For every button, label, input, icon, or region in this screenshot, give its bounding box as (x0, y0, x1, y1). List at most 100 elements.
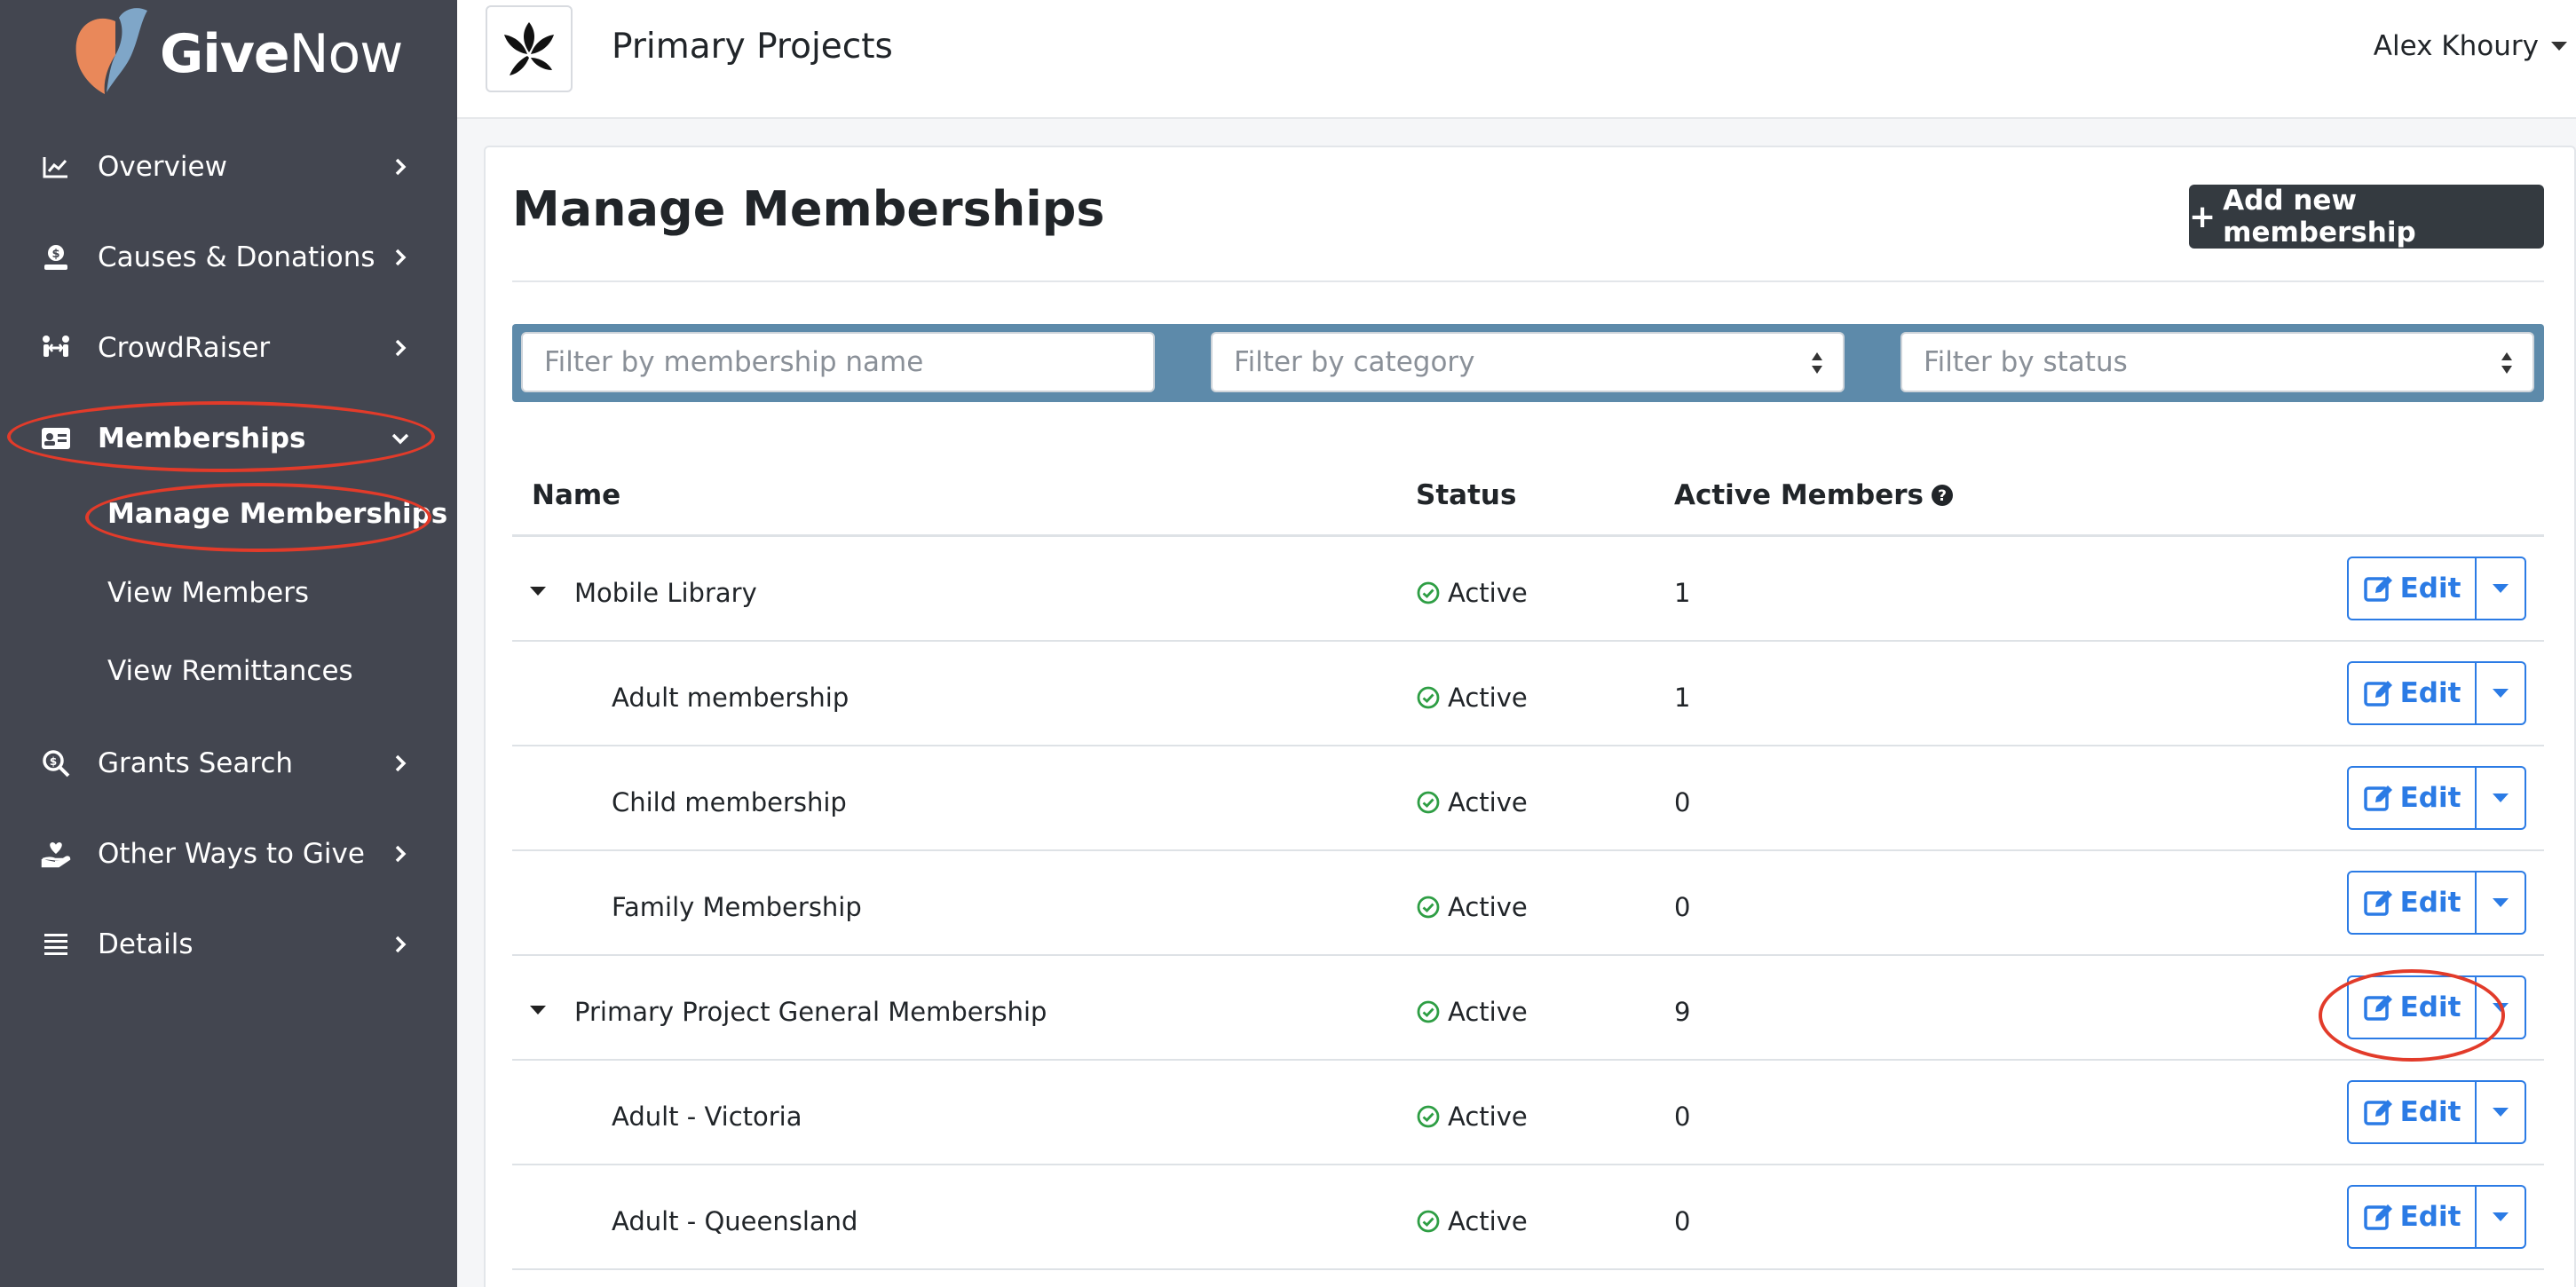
table-row: Child membership Active 0 Edit (512, 746, 2544, 851)
check-circle-icon (1417, 686, 1440, 709)
givenow-logo[interactable]: GiveNow (69, 4, 403, 98)
filter-name-placeholder: Filter by membership name (544, 346, 924, 378)
edit-button[interactable]: Edit (2347, 871, 2477, 935)
edit-button[interactable]: Edit (2347, 975, 2477, 1039)
membership-name: Family Membership (612, 892, 862, 922)
collapse-caret-icon[interactable] (530, 1006, 546, 1015)
edit-button-group: Edit (2347, 1185, 2526, 1249)
active-members-count: 1 (1674, 683, 1691, 713)
collapse-caret-icon[interactable] (530, 587, 546, 596)
table-row: Adult - Queensland Active 0 Edit (512, 1165, 2544, 1270)
sort-arrows-icon (2501, 352, 2512, 374)
help-icon[interactable]: ? (1931, 484, 1954, 507)
status-cell: Active (1416, 997, 1528, 1027)
column-header-label: Active Members (1674, 479, 1924, 511)
filter-status-select[interactable]: Filter by status (1900, 332, 2534, 392)
caret-down-icon (2493, 584, 2509, 593)
membership-name: Primary Project General Membership (574, 997, 1047, 1027)
sidebar-item-label: Causes & Donations (98, 241, 375, 273)
org-logo[interactable] (486, 5, 573, 92)
edit-dropdown-toggle[interactable] (2477, 1080, 2526, 1144)
status-cell: Active (1416, 683, 1528, 713)
caret-down-icon (2493, 1212, 2509, 1221)
sidebar-item-label: Details (98, 928, 194, 960)
sidebar-item-memberships[interactable]: Memberships (0, 403, 457, 474)
hand-holding-dollar-icon: $ (41, 242, 71, 272)
sidebar-subitem-view-remittances[interactable]: View Remittances (107, 655, 353, 687)
active-members-count: 0 (1674, 787, 1691, 817)
edit-button[interactable]: Edit (2347, 661, 2477, 725)
edit-button[interactable]: Edit (2347, 1080, 2477, 1144)
sidebar-item-overview[interactable]: Overview (0, 131, 457, 202)
add-button-label: Add new membership (2223, 185, 2416, 249)
edit-label: Edit (2399, 677, 2461, 709)
status-label: Active (1448, 997, 1528, 1027)
edit-icon (2363, 1100, 2392, 1125)
edit-button[interactable]: Edit (2347, 766, 2477, 830)
table-row: Primary Project General Membership Active… (512, 956, 2544, 1061)
add-new-membership-button[interactable]: + Add new membership (2189, 185, 2544, 249)
active-members-count: 0 (1674, 1206, 1691, 1236)
membership-name: Adult - Victoria (612, 1101, 802, 1132)
edit-dropdown-toggle[interactable] (2477, 766, 2526, 830)
edit-button[interactable]: Edit (2347, 1185, 2477, 1249)
edit-label: Edit (2399, 572, 2461, 604)
user-name: Alex Khoury (2373, 30, 2539, 62)
edit-dropdown-toggle[interactable] (2477, 661, 2526, 725)
caret-down-icon (2551, 42, 2567, 51)
edit-button-group: Edit (2347, 1080, 2526, 1144)
sidebar-subitem-view-members[interactable]: View Members (107, 577, 309, 609)
sidebar-item-other-ways-to-give[interactable]: Other Ways to Give (0, 818, 457, 889)
filter-name-input[interactable]: Filter by membership name (521, 332, 1155, 392)
check-circle-icon (1417, 1000, 1440, 1023)
membership-name: Adult - Queensland (612, 1206, 858, 1236)
status-cell: Active (1416, 1101, 1528, 1132)
chevron-right-icon (395, 249, 407, 266)
membership-name: Mobile Library (574, 578, 757, 608)
status-label: Active (1448, 578, 1528, 608)
svg-text:?: ? (1938, 487, 1947, 505)
column-header-active-members[interactable]: Active Members ? (1674, 479, 1954, 511)
edit-button[interactable]: Edit (2347, 557, 2477, 620)
heart-logo-icon (75, 8, 147, 95)
edit-icon (2363, 890, 2392, 916)
edit-button-group: Edit (2347, 975, 2526, 1039)
sidebar-item-details[interactable]: Details (0, 909, 457, 980)
filter-category-placeholder: Filter by category (1234, 346, 1475, 378)
edit-icon (2363, 1204, 2392, 1230)
sidebar-item-label: CrowdRaiser (98, 332, 271, 364)
active-members-count: 0 (1674, 892, 1691, 922)
sidebar-item-crowdraiser[interactable]: CrowdRaiser (0, 312, 457, 383)
column-header-status[interactable]: Status (1416, 479, 1516, 511)
top-header: Primary Projects Alex Khoury (457, 0, 2576, 119)
edit-dropdown-toggle[interactable] (2477, 1185, 2526, 1249)
column-header-name[interactable]: Name (532, 479, 620, 511)
active-members-count: 0 (1674, 1101, 1691, 1132)
brand-wordmark: GiveNow (160, 23, 403, 85)
edit-icon (2363, 681, 2392, 707)
svg-text:$: $ (50, 755, 57, 768)
sidebar-item-grants-search[interactable]: $ Grants Search (0, 728, 457, 799)
sidebar-subitem-manage-memberships[interactable]: Manage Memberships (107, 498, 447, 530)
sidebar-item-causes-donations[interactable]: $ Causes & Donations (0, 222, 457, 293)
edit-label: Edit (2399, 887, 2461, 919)
edit-button-group: Edit (2347, 871, 2526, 935)
status-label: Active (1448, 787, 1528, 817)
edit-dropdown-toggle[interactable] (2477, 975, 2526, 1039)
status-label: Active (1448, 1101, 1528, 1132)
edit-dropdown-toggle[interactable] (2477, 557, 2526, 620)
table-row: Family Membership Active 0 Edit (512, 851, 2544, 956)
edit-dropdown-toggle[interactable] (2477, 871, 2526, 935)
search-dollar-icon: $ (41, 748, 71, 778)
chart-line-icon (41, 152, 71, 182)
table-row: Adult membership Active 1 Edit (512, 642, 2544, 746)
check-circle-icon (1417, 1210, 1440, 1233)
edit-icon (2363, 576, 2392, 602)
status-cell: Active (1416, 1206, 1528, 1236)
edit-button-group: Edit (2347, 766, 2526, 830)
filter-category-select[interactable]: Filter by category (1211, 332, 1845, 392)
user-menu[interactable]: Alex Khoury (2374, 30, 2576, 62)
caret-down-icon (2493, 1003, 2509, 1012)
check-circle-icon (1417, 1105, 1440, 1128)
membership-name: Child membership (612, 787, 847, 817)
